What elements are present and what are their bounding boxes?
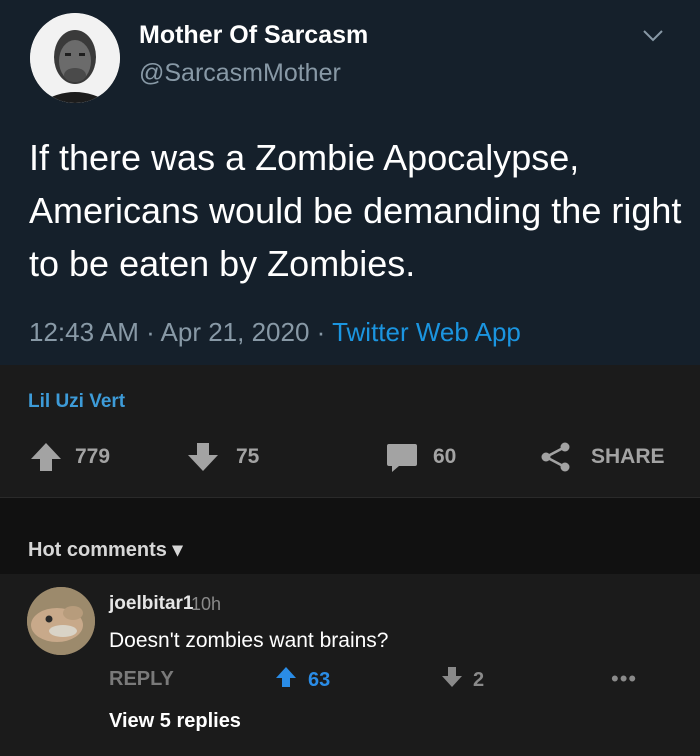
tweet-author-handle[interactable]: @SarcasmMother bbox=[139, 59, 341, 88]
comment-sort-dropdown[interactable]: Hot comments ▾ bbox=[28, 537, 183, 562]
comment-downvote-button[interactable]: 2 bbox=[441, 666, 484, 694]
comment-downvote-count: 2 bbox=[473, 668, 485, 691]
commenter-avatar[interactable] bbox=[27, 587, 95, 655]
hot-comments-header bbox=[0, 498, 700, 574]
meta-separator: · bbox=[138, 317, 161, 347]
comment-downvote-icon bbox=[441, 666, 463, 694]
tweet-time: 12:43 AM bbox=[29, 317, 139, 347]
upvote-arrow-icon bbox=[29, 440, 63, 474]
comment-card bbox=[0, 574, 700, 756]
comment-count: 60 bbox=[433, 445, 457, 468]
upvote-count: 779 bbox=[75, 445, 111, 468]
comment-upvote-icon bbox=[275, 666, 297, 694]
comments-button[interactable]: 60 bbox=[385, 440, 456, 474]
tweet-meta: 12:43 AM · Apr 21, 2020 · Twitter Web Ap… bbox=[29, 317, 521, 348]
upvote-button[interactable]: 779 bbox=[29, 440, 110, 474]
share-label: SHARE bbox=[591, 445, 665, 468]
meta-separator: · bbox=[309, 317, 333, 347]
post-author-link[interactable]: Lil Uzi Vert bbox=[28, 391, 125, 413]
profile-avatar[interactable] bbox=[30, 13, 120, 103]
post-action-bar bbox=[0, 365, 700, 498]
tweet-date: Apr 21, 2020 bbox=[160, 317, 310, 347]
chevron-down-icon[interactable] bbox=[642, 24, 664, 46]
tweet-source-link[interactable]: Twitter Web App bbox=[332, 317, 521, 347]
comment-upvote-button[interactable]: 63 bbox=[275, 666, 330, 694]
reply-button[interactable]: REPLY bbox=[109, 668, 174, 691]
share-icon bbox=[539, 440, 573, 474]
share-button[interactable]: SHARE bbox=[539, 440, 665, 474]
more-options-icon[interactable]: ••• bbox=[611, 668, 637, 690]
view-replies-link[interactable]: View 5 replies bbox=[109, 710, 241, 733]
comment-text: Doesn't zombies want brains? bbox=[109, 629, 389, 652]
comment-username[interactable]: joelbitar1 bbox=[109, 593, 193, 615]
comment-bubble-icon bbox=[385, 440, 419, 474]
tweet-text: If there was a Zombie Apocalypse, Americ… bbox=[29, 137, 682, 284]
comment-upvote-count: 63 bbox=[308, 668, 331, 691]
tweet-author-name[interactable]: Mother Of Sarcasm bbox=[139, 21, 368, 50]
downvote-count: 75 bbox=[236, 445, 260, 468]
downvote-button[interactable]: 75 bbox=[186, 440, 259, 474]
comment-timestamp: 10h bbox=[191, 594, 222, 614]
downvote-arrow-icon bbox=[186, 440, 220, 474]
